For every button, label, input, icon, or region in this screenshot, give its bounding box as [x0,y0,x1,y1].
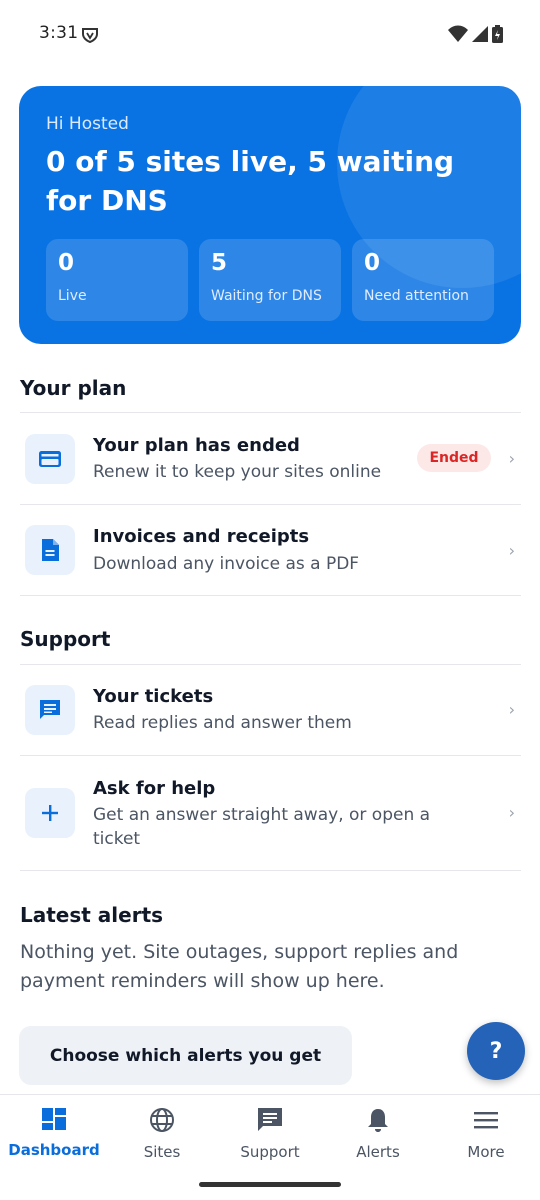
document-icon [25,525,75,575]
status-badge-ended: Ended [417,444,491,472]
divider [20,870,521,871]
stat-label: Live [58,288,87,304]
row-subtitle: Renew it to keep your sites online [93,462,382,482]
row-title: Ask for help [93,778,216,799]
help-fab-button[interactable]: ? [467,1022,525,1080]
stat-waiting-dns[interactable]: 5 Waiting for DNS [199,239,341,321]
chat-icon [257,1107,283,1137]
ask-for-help-row[interactable]: Ask for help Get an answer straight away… [20,756,521,870]
section-title-alerts: Latest alerts [20,903,164,927]
row-title: Your tickets [93,686,214,707]
stat-value: 0 [364,250,381,276]
sites-summary-title: 0 of 5 sites live, 5 waiting for DNS [46,145,455,217]
stat-label: Need attention [364,288,469,304]
nav-label: Dashboard [8,1141,100,1159]
vpn-shield-icon [81,26,99,48]
nav-label: Support [240,1143,300,1161]
choose-alerts-button[interactable]: Choose which alerts you get [19,1026,352,1085]
dashboard-icon [41,1107,67,1135]
section-title-support: Support [20,627,111,651]
wifi-icon [448,25,468,47]
battery-icon [492,25,503,47]
stat-need-attention[interactable]: 0 Need attention [352,239,494,321]
alerts-empty-text: Nothing yet. Site outages, support repli… [20,941,459,992]
chevron-right-icon: › [508,803,515,822]
nav-label: Sites [143,1143,181,1161]
divider [20,595,521,596]
home-indicator[interactable] [199,1182,341,1187]
row-title: Your plan has ended [93,435,300,456]
section-title-plan: Your plan [20,376,127,400]
signal-icon [472,25,488,47]
plus-icon [25,788,75,838]
row-subtitle: Read replies and answer them [93,713,352,733]
nav-sites[interactable]: Sites [108,1107,216,1161]
stat-value: 5 [211,250,228,276]
summary-card: Hi Hosted 0 of 5 sites live, 5 waiting f… [19,86,521,344]
chevron-right-icon: › [508,700,515,719]
plan-ended-row[interactable]: Your plan has ended Renew it to keep you… [20,413,521,504]
chat-icon [25,685,75,735]
credit-card-icon [25,434,75,484]
chevron-right-icon: › [508,449,515,468]
status-icons [448,25,503,47]
bell-icon [366,1107,390,1137]
invoices-row[interactable]: Invoices and receipts Download any invoi… [20,505,521,595]
globe-icon [149,1107,175,1137]
row-subtitle: Download any invoice as a PDF [93,554,360,574]
row-title: Invoices and receipts [93,526,310,547]
nav-dashboard[interactable]: Dashboard [0,1107,108,1159]
tickets-row[interactable]: Your tickets Read replies and answer the… [20,665,521,755]
status-time: 3:31 [39,23,79,43]
stat-label: Waiting for DNS [211,288,322,304]
nav-more[interactable]: More [432,1107,540,1161]
nav-support[interactable]: Support [216,1107,324,1161]
nav-label: Alerts [356,1143,400,1161]
status-bar: 3:31 [0,0,540,68]
menu-icon [473,1107,499,1137]
stat-value: 0 [58,250,75,276]
nav-label: More [467,1143,505,1161]
chevron-right-icon: › [508,541,515,560]
nav-alerts[interactable]: Alerts [324,1107,432,1161]
greeting: Hi Hosted [46,114,129,134]
stats-row: 0 Live 5 Waiting for DNS 0 Need attentio… [46,239,494,321]
stat-live[interactable]: 0 Live [46,239,188,321]
row-subtitle: Get an answer straight away, or open a t… [93,805,431,849]
